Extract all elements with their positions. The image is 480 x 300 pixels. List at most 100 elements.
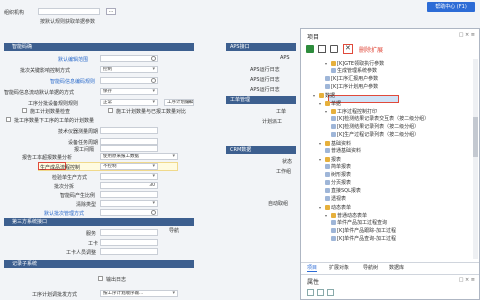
tab-project[interactable]: 项目 [307, 264, 318, 272]
nav-button[interactable]: 导航 [164, 229, 184, 236]
folder-icon [331, 213, 336, 218]
org-more-button[interactable]: ... [106, 8, 116, 15]
document-icon [325, 164, 330, 169]
document-icon [331, 68, 336, 73]
sorted-icon[interactable] [317, 289, 324, 296]
tree-node[interactable]: ▾ 报表 [319, 156, 341, 164]
tree-node[interactable]: [K]检测结果记录列表（按二级分组） [331, 124, 419, 131]
categorized-icon[interactable] [307, 289, 314, 296]
compare-checkbox[interactable] [22, 108, 27, 113]
compare-checkbox-2[interactable] [108, 108, 113, 113]
document-icon [325, 76, 330, 81]
parameter-form: 组织机构 ... 按默认规则获取单据参数 智能码确 默认编辑范围 批次关键影响控… [0, 0, 300, 300]
org-input[interactable] [38, 8, 100, 15]
code-rule-input[interactable] [100, 77, 158, 84]
log-label: 输出日志 [106, 277, 127, 283]
tree-node-label: 动态表单 [331, 205, 352, 211]
third-label-1: 工卡 [88, 241, 99, 247]
row-label-interval: 报工间隔 [74, 147, 95, 153]
tree-node[interactable]: 直接SQL报表 [325, 188, 361, 195]
tree-node[interactable]: 普通基础资料 [325, 148, 361, 155]
document-icon [331, 228, 336, 233]
batch-split-input[interactable]: 30 [100, 182, 158, 189]
clear-type-select[interactable] [100, 200, 158, 207]
section-third-party: 第三方系统接口 [4, 218, 194, 226]
job-card-staff-input[interactable] [100, 248, 158, 255]
tree-node[interactable]: [K]工序汇报用户参数 [325, 76, 378, 83]
project-tree[interactable]: ▾ [K]GTE领取执行参数 生成管理系统参数 [K]工序汇报用户参数 [K]工序计划用… [303, 59, 471, 259]
split-extra-select[interactable]: 工序计划编辑-清单... [164, 99, 194, 106]
tree-node[interactable]: ▾ 单据 [319, 100, 341, 108]
tree-node[interactable]: ▾ 数据 [313, 92, 335, 100]
tree-node-label: 透视表 [331, 196, 347, 202]
vertical-scrollbar[interactable] [473, 59, 478, 259]
default-batch-input[interactable] [100, 209, 158, 216]
row-label-link-2[interactable]: 智能码信息编码规则 [50, 78, 95, 85]
tree-node[interactable]: 分页报表 [325, 180, 351, 187]
row-label-default-batch[interactable]: 默认批次管理方式 [44, 210, 84, 217]
row-label-batch-split: 批次分拆 [54, 184, 75, 190]
document-icon [325, 148, 330, 153]
tree-node[interactable]: [K]生产过程记录列表（按二级分组） [331, 132, 419, 139]
scroll-thumb[interactable] [473, 117, 478, 157]
ratio-input[interactable] [100, 191, 158, 198]
section-crm: CRM数据 [226, 146, 296, 154]
search-icon[interactable] [151, 78, 156, 83]
new-icon[interactable] [306, 45, 314, 53]
tree-node[interactable]: [K]单件产品跟踪-加工过程 [331, 228, 396, 235]
report-select[interactable]: 使用原来报工数据 [100, 153, 178, 160]
folder-icon [325, 101, 330, 106]
tab-extension-objects[interactable]: 扩展对象 [329, 264, 349, 271]
tree-node[interactable]: 透视表 [325, 196, 346, 203]
property-pages-icon[interactable] [327, 289, 334, 296]
record-label-1: 工序计划调批发方式 [32, 292, 78, 298]
third-label-2: 工卡人员调整 [66, 250, 97, 256]
save-icon[interactable] [330, 45, 338, 53]
tab-nav-tree[interactable]: 导航树 [363, 264, 378, 271]
tree-node[interactable]: ▾ 基础资料 [319, 140, 351, 148]
tree-node-label: 单据 [331, 101, 342, 107]
properties-window-controls[interactable]: □ × ≡ [459, 277, 475, 283]
search-icon[interactable] [151, 210, 156, 215]
tree-node[interactable]: ▾ 动态表单 [319, 204, 351, 212]
search-icon[interactable] [151, 56, 156, 61]
job-card-input[interactable] [100, 239, 158, 246]
inspect-select[interactable] [100, 173, 158, 180]
default-edit-input[interactable] [100, 55, 158, 62]
help-center-button[interactable]: 帮助中心 (F1) [427, 2, 475, 12]
split-select[interactable]: 正常 [100, 99, 158, 106]
batch-control-select[interactable]: 控制 [100, 66, 158, 73]
delete-extension-icon[interactable]: ✕ [343, 44, 353, 54]
plan-qty-checkbox[interactable] [6, 117, 11, 122]
tree-node-label: 生成管理系统参数 [337, 68, 378, 74]
tree-node[interactable]: ▾ 工序过程控制打印 [325, 108, 377, 116]
window-controls[interactable]: □ × ≡ [459, 32, 475, 38]
tree-node[interactable]: 单件产品加工过程查询 [331, 220, 387, 227]
tree-node-label: [K]生产过程记录列表（按二级分组） [337, 132, 420, 138]
row-label-report: 报告工本超报数量分析 [22, 155, 73, 161]
service-input[interactable] [100, 229, 158, 236]
tree-node[interactable]: ▾ 普通动态表单 [325, 212, 367, 220]
flow-select[interactable]: 保存 [100, 88, 158, 95]
aps-log-2: APS运行日志 [250, 77, 280, 83]
row-label-flow: 智能码信息流动默认单据的方式 [4, 90, 75, 96]
interval-input[interactable] [100, 145, 158, 152]
auto-group-label: 自动取组 [268, 201, 289, 207]
tree-node-label: [K]单件产品跟踪-加工过程 [337, 228, 396, 234]
product-select[interactable]: 不控制 [100, 163, 158, 170]
tree-node[interactable]: ▾ [K]GTE领取执行参数 [325, 60, 384, 68]
tree-node[interactable]: [K]检测结果记录表交互表（按二级分组） [331, 116, 429, 123]
record-select[interactable]: 按工序计划顺序输... [100, 290, 178, 297]
tree-node[interactable]: [K]工序计划用户参数 [325, 84, 378, 91]
copy-icon[interactable] [318, 45, 326, 53]
log-checkbox[interactable] [98, 276, 103, 281]
row-label-default-edit[interactable]: 默认编辑范围 [58, 56, 88, 63]
equip-input[interactable] [100, 138, 158, 145]
tab-database[interactable]: 数据库 [389, 264, 404, 271]
tree-node[interactable]: [K]单件产品查询-加工过程 [331, 236, 396, 243]
tree-node[interactable]: 树形报表 [325, 172, 351, 179]
instrument-input[interactable] [100, 127, 158, 134]
row-label-inspect: 检验单生产方式 [52, 175, 88, 181]
tree-node[interactable]: 简单报表 [325, 164, 351, 171]
tree-node[interactable]: 生成管理系统参数 [331, 68, 377, 75]
